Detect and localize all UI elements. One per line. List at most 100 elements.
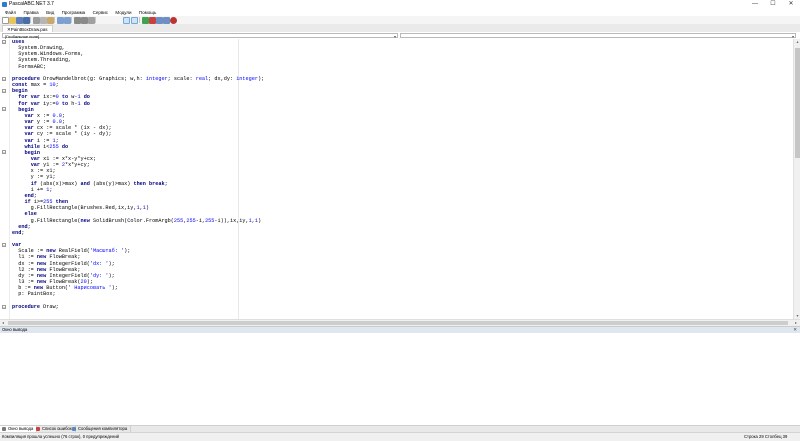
code-keyword: new [33, 285, 44, 292]
code-token: 0.0 [52, 112, 62, 119]
code-token: DrowMandelbrot(g: Graphics; w,h: [40, 75, 146, 82]
toolbar-separator [30, 17, 31, 23]
code-keyword: new [46, 248, 56, 255]
code-token: b := [12, 285, 34, 292]
tab-error-list-label: Список ошибок [42, 426, 72, 431]
code-token: integer [236, 75, 258, 82]
code-token: ; [33, 192, 37, 199]
code-line[interactable]: procedure Draw; [12, 304, 782, 310]
compiler-messages-icon [72, 427, 76, 431]
fold-toggle-icon[interactable]: − [2, 305, 6, 310]
fold-toggle-icon[interactable]: − [2, 243, 6, 248]
code-keyword: then [55, 199, 69, 206]
code-keyword: var [30, 155, 41, 162]
code-keyword: var [12, 242, 22, 249]
code-token: ; [61, 112, 65, 119]
code-keyword: var [24, 137, 34, 144]
save-icon[interactable] [16, 17, 23, 24]
copy-icon[interactable] [40, 17, 47, 24]
scope-select[interactable]: [Глобальное поле] ▾ [2, 33, 398, 39]
horizontal-scroll-thumb[interactable] [8, 321, 788, 325]
code-token: 0.0 [52, 119, 62, 126]
code-token: p: PaintBox; [12, 291, 56, 298]
fold-toggle-icon[interactable]: − [2, 89, 6, 94]
code-token: real [195, 75, 209, 82]
code-token: 255 [49, 143, 59, 150]
fold-toggle-icon[interactable]: − [2, 77, 6, 82]
menu-bar: Файл Правка Вид Программа Сервис Модули … [0, 9, 800, 16]
stop-icon[interactable] [149, 17, 156, 24]
menu-file[interactable]: Файл [2, 9, 19, 16]
uncomment-icon[interactable] [81, 17, 88, 24]
menu-program[interactable]: Программа [59, 9, 89, 16]
run-icon[interactable] [142, 17, 149, 24]
code-token: IntegerField( [46, 260, 90, 267]
code-keyword: for var [18, 94, 41, 101]
code-token: Draw; [40, 303, 59, 310]
cut-icon[interactable] [33, 17, 40, 24]
comment-icon[interactable] [74, 17, 81, 24]
fold-toggle-icon[interactable]: − [2, 150, 6, 155]
step-into-icon[interactable] [156, 17, 163, 24]
code-token: IntegerField( [46, 272, 90, 279]
code-keyword: var [30, 162, 41, 169]
code-keyword: new [36, 279, 47, 286]
format-icon[interactable] [88, 17, 95, 24]
toggle-panel-icon[interactable] [123, 17, 130, 24]
code-token: 255 [186, 217, 196, 224]
code-token: RealField( [55, 248, 90, 255]
code-token: SolidBrush(Color.FromArgb( [89, 217, 174, 224]
new-file-icon[interactable] [2, 17, 9, 24]
toolbar-separator [71, 17, 72, 23]
breakpoint-icon[interactable] [170, 17, 177, 24]
code-token: ); [124, 248, 131, 255]
horizontal-scrollbar[interactable]: ◂ ▸ [0, 319, 800, 326]
output-panel[interactable] [0, 333, 800, 425]
code-token: ); [108, 260, 115, 267]
minimize-button[interactable]: — [746, 0, 764, 9]
code-token: ); [86, 279, 93, 286]
code-token: dy := [12, 272, 37, 279]
vertical-scroll-thumb[interactable] [795, 48, 800, 158]
editor-gutter: − − − − − − − [0, 39, 10, 319]
code-editor[interactable]: − − − − − − − uses System.Drawing, Syste… [0, 39, 800, 319]
menu-modules[interactable]: Модули [112, 9, 134, 16]
code-token: cx := scale * (ix - dx); [33, 125, 112, 132]
code-token: ; dx,dy: [208, 75, 237, 82]
vertical-scrollbar[interactable]: ▴ ▾ [793, 39, 800, 319]
menu-service[interactable]: Сервис [90, 9, 111, 16]
code-token: ) [258, 217, 262, 224]
toggle-output-icon[interactable] [131, 17, 138, 24]
redo-icon[interactable] [64, 17, 71, 24]
maximize-button[interactable]: ☐ [764, 0, 782, 9]
close-window-button[interactable]: ✕ [782, 0, 800, 9]
menu-view[interactable]: Вид [43, 9, 57, 16]
fold-toggle-icon[interactable]: − [2, 107, 6, 112]
code-keyword: new [36, 272, 47, 279]
code-token: cy := scale * (iy - dy); [33, 131, 112, 138]
scroll-up-icon[interactable]: ▴ [794, 39, 800, 45]
undo-icon[interactable] [57, 17, 64, 24]
code-text[interactable]: uses System.Drawing, System.Windows.Form… [12, 39, 782, 319]
open-icon[interactable] [9, 17, 16, 24]
code-token: ; scale: [167, 75, 196, 82]
output-window-icon [2, 427, 6, 431]
menu-edit[interactable]: Правка [20, 9, 41, 16]
menu-help[interactable]: Помощь [136, 9, 159, 16]
code-token: i += [12, 186, 47, 193]
code-token: Scale := [12, 248, 47, 255]
step-over-icon[interactable] [163, 17, 170, 24]
paste-icon[interactable] [47, 17, 54, 24]
fold-toggle-icon[interactable]: − [2, 40, 6, 45]
save-all-icon[interactable] [23, 17, 30, 24]
member-select[interactable]: ▾ [400, 33, 796, 39]
